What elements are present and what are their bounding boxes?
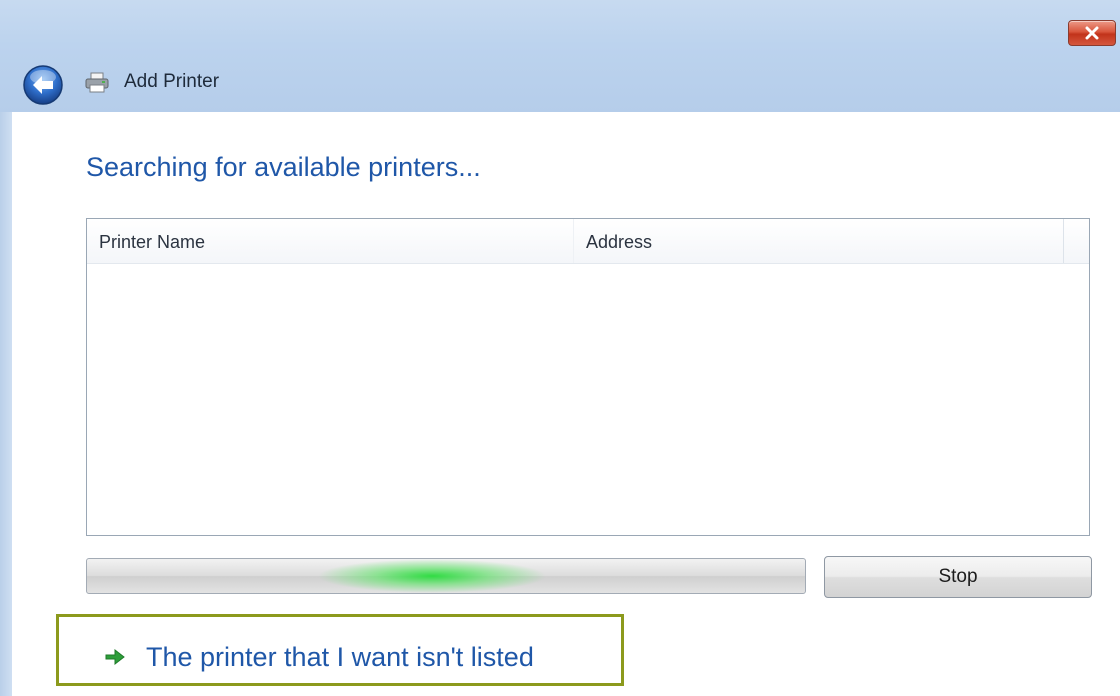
progress-glow: [317, 559, 547, 593]
back-button[interactable]: [22, 64, 64, 106]
printer-list[interactable]: Printer Name Address: [86, 218, 1090, 536]
printer-list-body[interactable]: [87, 264, 1089, 535]
add-printer-window: Add Printer Searching for available prin…: [0, 0, 1120, 696]
green-arrow-icon: [105, 648, 125, 666]
page-heading: Searching for available printers...: [86, 152, 481, 182]
back-arrow-icon: [23, 65, 63, 105]
close-icon: [1085, 26, 1099, 40]
window-title: Add Printer: [124, 71, 220, 92]
printer-list-header: Printer Name Address: [87, 219, 1089, 264]
column-header-filler: [1063, 219, 1089, 263]
close-button[interactable]: [1068, 20, 1116, 46]
printer-icon: [84, 72, 110, 94]
window-frame-left: [0, 112, 12, 696]
title-bar: [0, 0, 1120, 112]
printer-not-listed-label: The printer that I want isn't listed: [146, 642, 534, 672]
column-header-address[interactable]: Address: [573, 219, 1063, 263]
stop-button[interactable]: Stop: [824, 556, 1092, 598]
printer-not-listed-link[interactable]: The printer that I want isn't listed: [104, 640, 534, 674]
column-header-printer-name[interactable]: Printer Name: [87, 219, 573, 263]
search-progress-bar: [86, 558, 806, 594]
